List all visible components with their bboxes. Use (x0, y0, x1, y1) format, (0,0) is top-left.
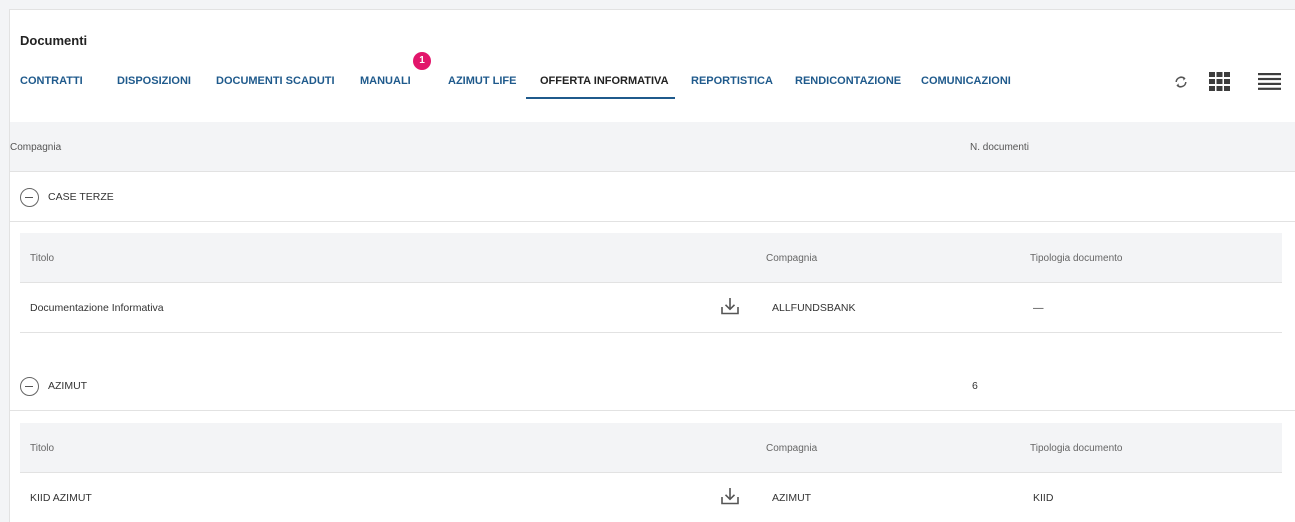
document-title: KIID AZIMUT (30, 492, 92, 504)
tab-reportistica[interactable]: REPORTISTICA (691, 70, 773, 110)
document-title: Documentazione Informativa (30, 302, 164, 314)
notification-badge: 1 (413, 52, 431, 70)
document-type: — (1033, 302, 1044, 314)
column-header-title[interactable]: Titolo (30, 443, 54, 454)
tab-offerta-informativa[interactable]: OFFERTA INFORMATIVA (540, 70, 669, 110)
tab-disposizioni[interactable]: DISPOSIZIONI (117, 70, 191, 110)
active-tab-indicator (526, 97, 675, 99)
tab-azimut-life[interactable]: AZIMUT LIFE (448, 70, 516, 110)
list-view-icon[interactable] (1258, 73, 1281, 90)
download-icon[interactable] (720, 486, 740, 506)
table-row: KIID AZIMUT AZIMUT KIID (20, 473, 1282, 522)
group-label: CASE TERZE (48, 191, 114, 203)
document-company: AZIMUT (772, 492, 812, 504)
group-label: AZIMUT (48, 380, 88, 392)
column-header-company[interactable]: Compagnia (766, 443, 817, 454)
table-header: Compagnia N. documenti (10, 122, 1295, 172)
column-header-company[interactable]: Compagnia (10, 142, 61, 153)
document-company: ALLFUNDSBANK (772, 302, 856, 314)
document-type: KIID (1033, 492, 1054, 504)
download-icon[interactable] (720, 296, 740, 316)
sub-table-header: Titolo Compagnia Tipologia documento (20, 233, 1282, 283)
page-title: Documenti (20, 33, 88, 48)
grid-view-icon[interactable] (1209, 72, 1230, 91)
column-header-company[interactable]: Compagnia (766, 253, 817, 264)
tab-contratti[interactable]: CONTRATTI (20, 70, 83, 110)
refresh-icon[interactable] (1173, 74, 1189, 90)
column-header-doc-type[interactable]: Tipologia documento (1030, 253, 1122, 264)
column-header-doc-type[interactable]: Tipologia documento (1030, 443, 1122, 454)
group-row-azimut[interactable]: AZIMUT 6 (10, 361, 1295, 411)
group-row-case-terze[interactable]: CASE TERZE (10, 172, 1295, 222)
column-header-doc-count[interactable]: N. documenti (970, 142, 1029, 153)
documents-panel: Documenti CONTRATTI DISPOSIZIONI DOCUMEN… (9, 9, 1295, 522)
tab-comunicazioni[interactable]: COMUNICAZIONI (921, 70, 1011, 110)
column-header-title[interactable]: Titolo (30, 253, 54, 264)
tab-documenti-scaduti[interactable]: DOCUMENTI SCADUTI (216, 70, 335, 110)
collapse-icon[interactable] (20, 377, 39, 396)
sub-table-header: Titolo Compagnia Tipologia documento (20, 423, 1282, 473)
tab-manuali[interactable]: MANUALI (360, 70, 411, 110)
collapse-icon[interactable] (20, 188, 39, 207)
table-row: Documentazione Informativa ALLFUNDSBANK … (20, 283, 1282, 333)
group-count: 6 (972, 380, 978, 392)
tab-rendicontazione[interactable]: RENDICONTAZIONE (795, 70, 901, 110)
